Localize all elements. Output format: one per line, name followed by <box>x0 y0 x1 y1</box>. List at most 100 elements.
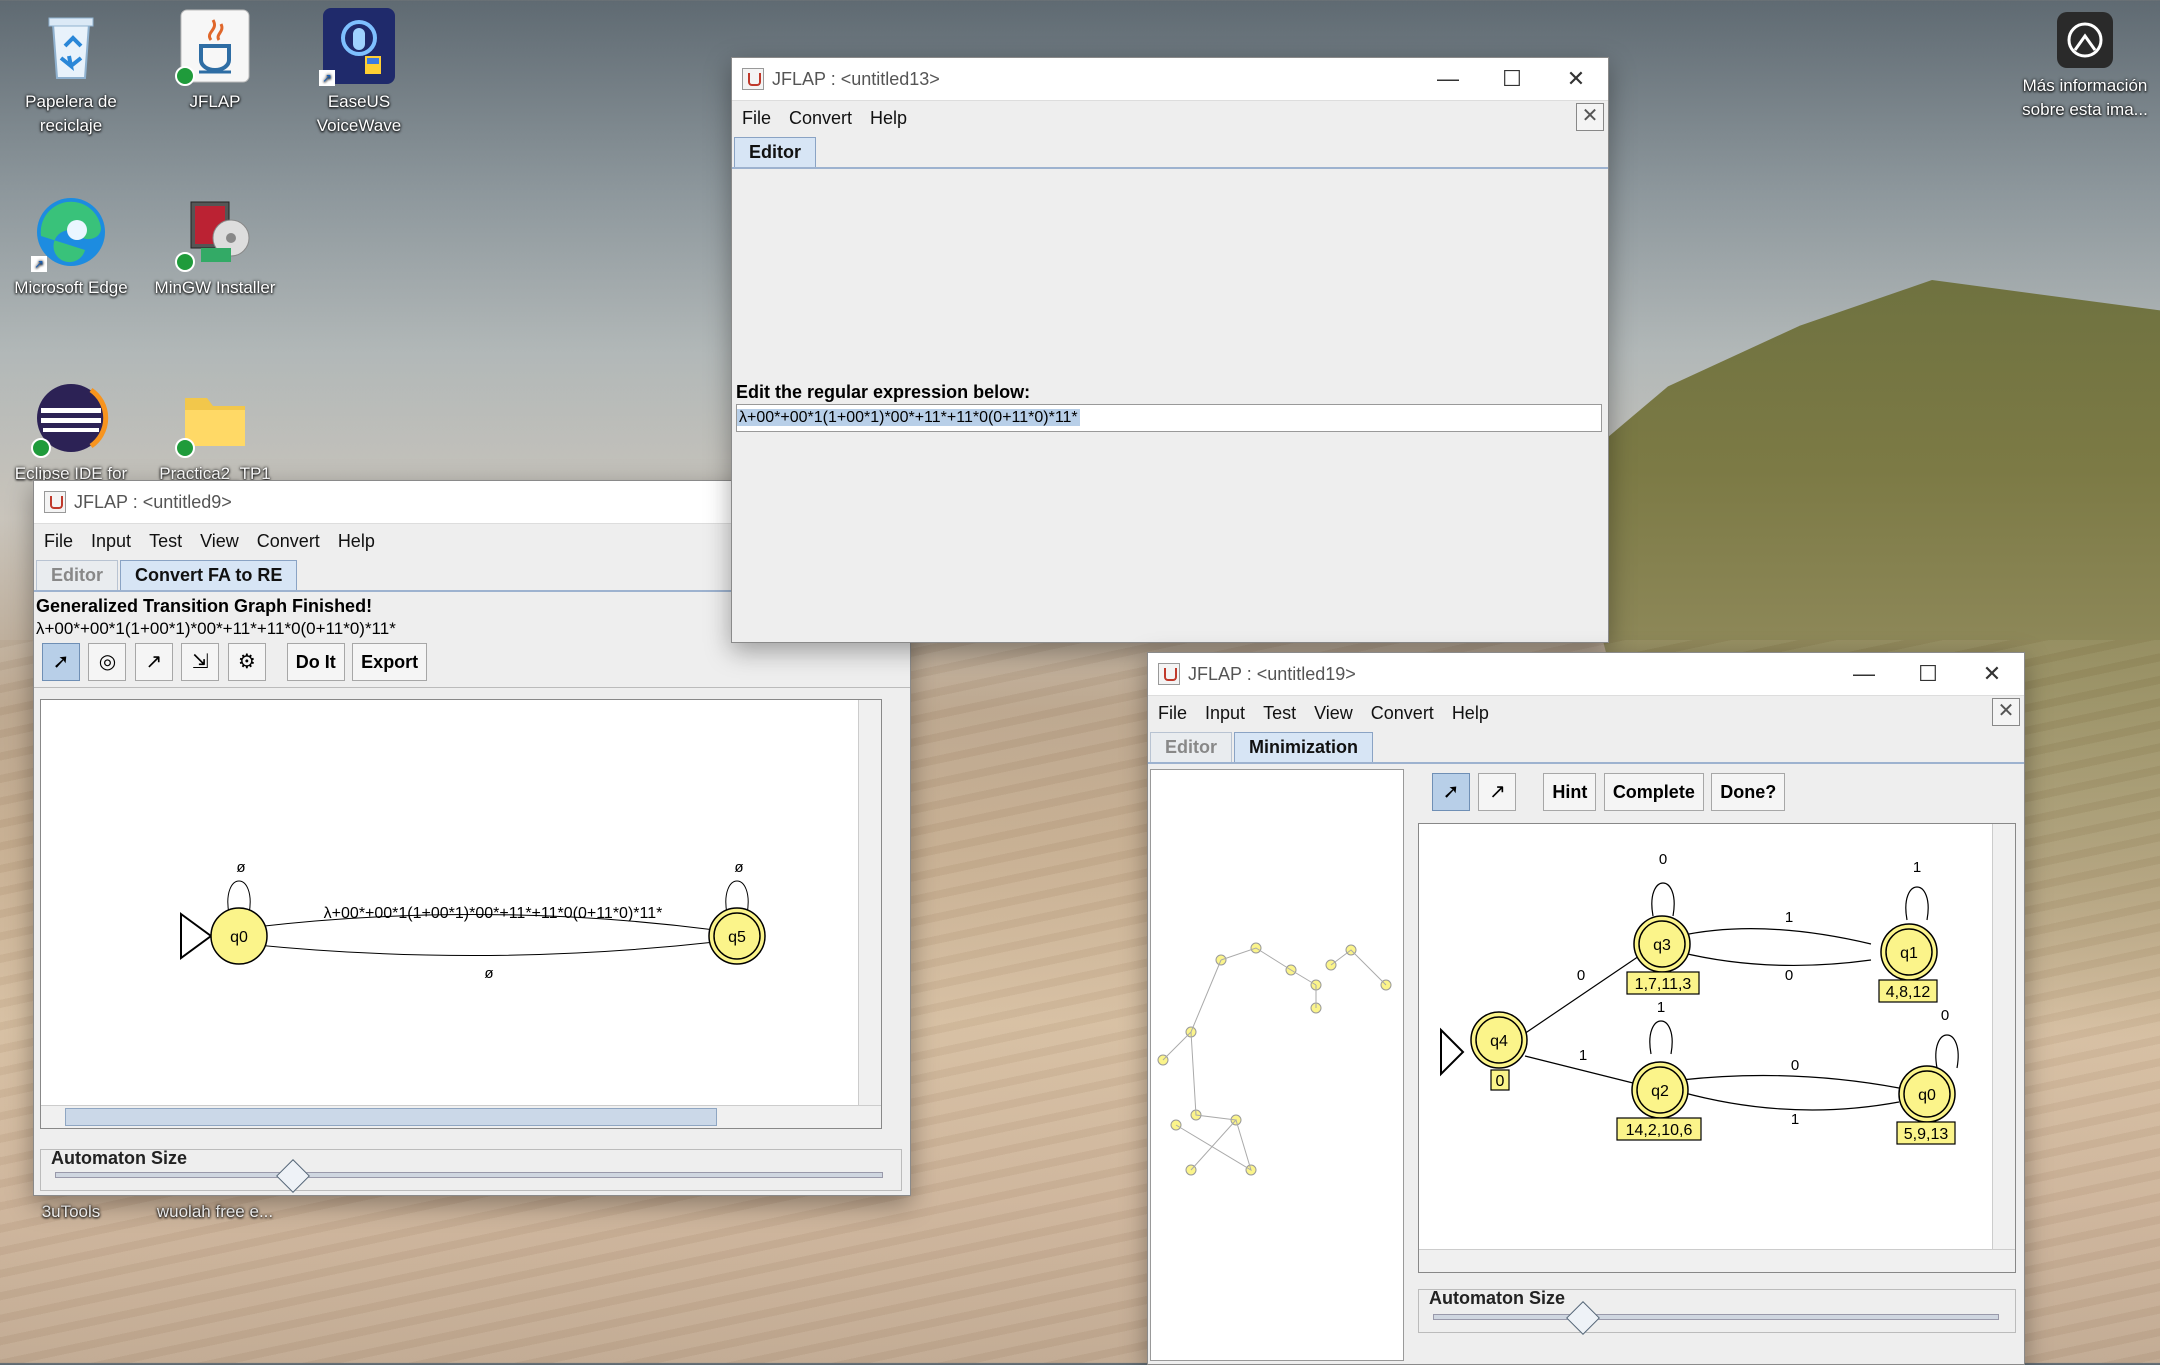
group-label-q4: 0 <box>1496 1073 1505 1090</box>
menu-help[interactable]: Help <box>870 108 907 129</box>
installer-icon <box>175 192 255 272</box>
horizontal-scrollbar[interactable] <box>1419 1249 2015 1272</box>
close-tab-icon[interactable]: ✕ <box>1992 698 2020 726</box>
window-untitled19[interactable]: JFLAP : <untitled19> — ☐ ✕ File Input Te… <box>1147 652 2025 1365</box>
title-bar[interactable]: JFLAP : <untitled13> — ☐ ✕ <box>732 58 1608 101</box>
size-slider-track[interactable] <box>55 1172 883 1178</box>
desktop-icon-easeus[interactable]: ↗ EaseUS VoiceWave <box>294 6 424 138</box>
loop-label-q0: 0 <box>1941 1007 1949 1024</box>
menu-file[interactable]: File <box>742 108 771 129</box>
menu-file[interactable]: File <box>1158 703 1187 724</box>
export-button[interactable]: Export <box>352 643 428 681</box>
transition-tool-icon[interactable]: ↗ <box>1478 773 1517 811</box>
close-tab-icon[interactable]: ✕ <box>1576 103 1604 131</box>
regex-prompt: Edit the regular expression below: <box>736 382 1031 402</box>
state-tool-icon[interactable]: ◎ <box>88 643 127 681</box>
state-label-q0: q0 <box>1918 1087 1936 1104</box>
group-label-q2: 14,2,10,6 <box>1626 1122 1693 1139</box>
group-label-q0: 5,9,13 <box>1904 1126 1949 1143</box>
minimized-dfa-graph: q4 q3 q1 q2 q0 0 1,7,11,3 4,8,12 14,2,10… <box>1440 851 1959 1145</box>
vertical-scrollbar[interactable] <box>858 700 881 1106</box>
tab-convert-fa-to-re[interactable]: Convert FA to RE <box>120 560 298 590</box>
slider-label: Automaton Size <box>51 1148 188 1168</box>
transition-tool-icon[interactable]: ↗ <box>134 643 173 681</box>
state-label-q1: q1 <box>1900 945 1918 962</box>
desktop-icon-edge[interactable]: ↗ Microsoft Edge <box>6 192 136 300</box>
select-tool-icon[interactable]: ➚ <box>42 643 80 681</box>
tab-minimization[interactable]: Minimization <box>1234 732 1373 762</box>
close-icon[interactable]: ✕ <box>1960 653 2024 695</box>
menu-test[interactable]: Test <box>149 531 182 552</box>
window-title: JFLAP : <untitled19> <box>1188 663 1356 684</box>
edge-label-q0-q2: 1 <box>1791 1111 1799 1128</box>
regex-input[interactable]: λ+00*+00*1(1+00*1)*00*+11*+11*0(0+11*0)*… <box>736 404 1602 432</box>
state-collapser-icon[interactable]: ⚙ <box>227 643 266 681</box>
tab-editor[interactable]: Editor <box>36 560 118 590</box>
tab-editor[interactable]: Editor <box>734 137 816 167</box>
tab-bar: Editor Minimization <box>1148 730 2024 764</box>
desktop-icon-practica2[interactable]: Practica2_TP1 <box>150 378 280 486</box>
edge-label-q4-q2: 1 <box>1579 1047 1587 1064</box>
horizontal-scrollbar[interactable] <box>41 1105 881 1128</box>
menu-input[interactable]: Input <box>91 531 131 552</box>
menu-convert[interactable]: Convert <box>257 531 320 552</box>
select-tool-icon[interactable]: ➚ <box>1432 773 1470 811</box>
hint-button[interactable]: Hint <box>1543 773 1597 811</box>
desktop-icon-3utools[interactable]: 3uTools <box>6 1200 136 1224</box>
size-slider-thumb[interactable] <box>276 1159 310 1193</box>
gtg-graph: q0 q5 ø ø λ+00*+00*1(1+00*1)*00*+11*+11*… <box>180 859 766 982</box>
window-untitled13[interactable]: JFLAP : <untitled13> — ☐ ✕ File Convert … <box>731 57 1609 643</box>
desktop-icon-jflap[interactable]: JFLAP <box>150 6 280 114</box>
size-slider-track[interactable] <box>1433 1314 1999 1320</box>
complete-button[interactable]: Complete <box>1603 773 1704 811</box>
automaton-canvas[interactable]: q0 q5 ø ø λ+00*+00*1(1+00*1)*00*+11*+11*… <box>40 699 882 1129</box>
desktop-info-widget[interactable]: Más información sobre esta ima... <box>2010 10 2160 122</box>
menu-file[interactable]: File <box>44 531 73 552</box>
loop-label-q0: ø <box>236 859 245 876</box>
menu-view[interactable]: View <box>200 531 239 552</box>
minimization-tree-panel[interactable] <box>1150 769 1404 1361</box>
size-slider-thumb[interactable] <box>1566 1301 1600 1335</box>
menu-input[interactable]: Input <box>1205 703 1245 724</box>
menu-convert[interactable]: Convert <box>789 108 852 129</box>
loop-label-q2: 1 <box>1657 999 1665 1016</box>
minimize-icon[interactable]: — <box>1416 58 1480 100</box>
desktop-icon-recycle-bin[interactable]: Papelera de reciclaje <box>6 6 136 138</box>
java-app-icon <box>1158 663 1180 685</box>
vertical-scrollbar[interactable] <box>1992 824 2015 1250</box>
edge-label-back: ø <box>484 965 493 982</box>
desktop-icon-label: 3uTools <box>41 1202 101 1221</box>
edge-label-q2-q0: 0 <box>1791 1057 1799 1074</box>
desktop-icon-label: MinGW Installer <box>154 278 276 297</box>
menu-convert[interactable]: Convert <box>1371 703 1434 724</box>
folder-icon <box>175 378 255 458</box>
window-title: JFLAP : <untitled13> <box>772 68 940 89</box>
maximize-icon[interactable]: ☐ <box>1480 58 1544 100</box>
desktop-icon-label: Papelera de reciclaje <box>25 92 117 135</box>
close-icon[interactable]: ✕ <box>1544 58 1608 100</box>
done-button[interactable]: Done? <box>1711 773 1786 811</box>
menu-view[interactable]: View <box>1314 703 1353 724</box>
loop-label-q1: 1 <box>1913 859 1921 876</box>
menu-help[interactable]: Help <box>1452 703 1489 724</box>
title-bar[interactable]: JFLAP : <untitled19> — ☐ ✕ <box>1148 653 2024 696</box>
scroll-thumb[interactable] <box>65 1108 717 1126</box>
desktop-icon-label: JFLAP <box>189 92 241 111</box>
desktop-icon-label: Microsoft Edge <box>14 278 128 297</box>
loop-label-q3: 0 <box>1659 851 1667 868</box>
maximize-icon[interactable]: ☐ <box>1896 653 1960 695</box>
minimize-icon[interactable]: — <box>1832 653 1896 695</box>
minimized-dfa-canvas[interactable]: q4 q3 q1 q2 q0 0 1,7,11,3 4,8,12 14,2,10… <box>1418 823 2016 1273</box>
menu-help[interactable]: Help <box>338 531 375 552</box>
menu-test[interactable]: Test <box>1263 703 1296 724</box>
toolbar: ➚ ↗ Hint Complete Done? <box>1410 769 2018 817</box>
desktop-icon-wuolah[interactable]: wuolah free e... <box>150 1200 280 1224</box>
state-label-q2: q2 <box>1651 1083 1669 1100</box>
desktop-icon-mingw[interactable]: MinGW Installer <box>150 192 280 300</box>
do-it-button[interactable]: Do It <box>286 643 345 681</box>
java-icon <box>175 6 255 86</box>
toolbar: ➚ ◎ ↗ ⇲ ⚙ Do It Export <box>34 639 910 688</box>
tab-editor[interactable]: Editor <box>1150 732 1232 762</box>
collapse-tool-icon[interactable]: ⇲ <box>181 643 220 681</box>
sync-badge-icon <box>175 252 195 272</box>
